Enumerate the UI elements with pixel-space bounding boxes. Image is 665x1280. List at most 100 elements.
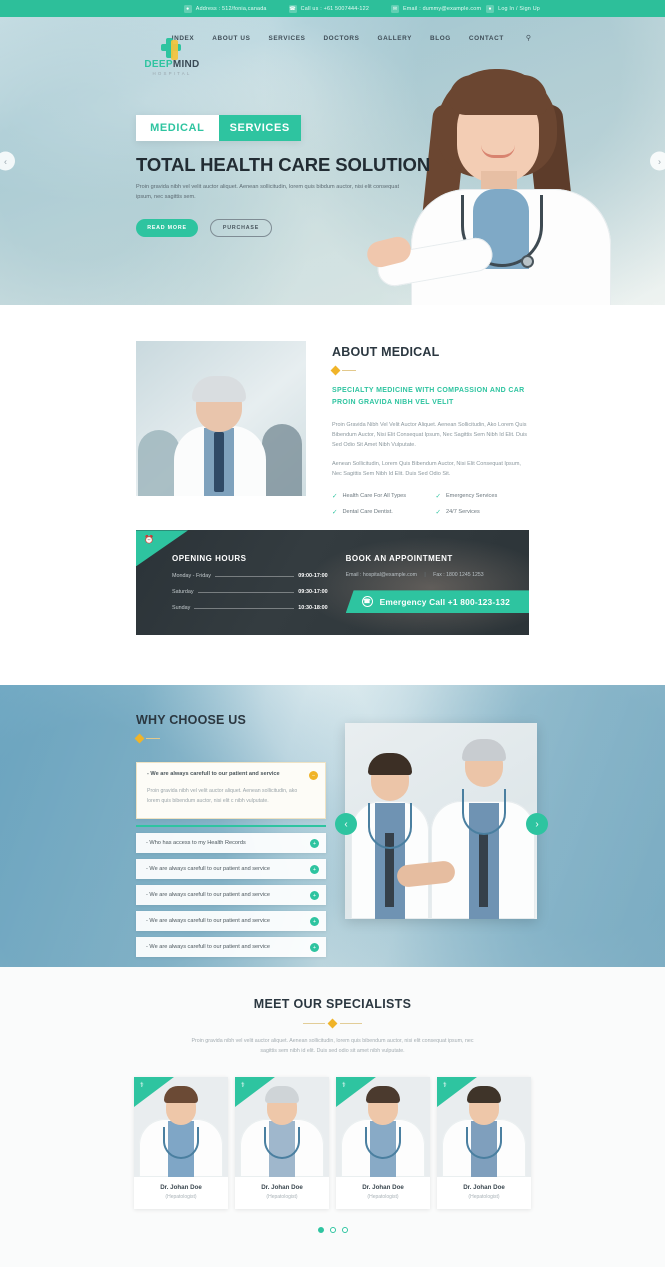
accordion-item[interactable]: - We are always carefull to our patient … [136,911,326,932]
nav-item-about-us[interactable]: ABOUT US [212,35,250,42]
stethoscope-icon: ⚕ [140,1081,144,1089]
check-label: 24/7 Services [445,509,480,516]
carousel-dot-2[interactable] [329,1226,336,1233]
expand-icon[interactable]: + [310,839,319,849]
hero-paragraph: Proin gravida nibh vel velit auctor aliq… [136,184,400,201]
logo-subtitle: HOSPITAL [152,71,192,76]
accordion-item-open[interactable]: - We are always carefull to our patient … [136,762,326,819]
doctor-card[interactable]: ⚕ Dr. Johan Doe (Hepatologist) [336,1076,430,1209]
doctor-photo: ⚕ [235,1076,329,1177]
nav-links: INDEX ABOUT US SERVICES DOCTORS GALLERY … [172,34,537,43]
appointment-column: BOOK AN APPOINTMENT Email : hospital@exa… [345,554,529,614]
stethoscope-icon: ⚕ [241,1081,245,1089]
topbar-email[interactable]: ✉ Email : dummy@example.com [391,4,481,13]
opening-hours-heading: OPENING HOURS [172,554,247,564]
accordion: - We are always carefull to our patient … [136,762,326,958]
topbar-phone[interactable]: ☎ Call us : +61 5007444-122 [288,4,369,13]
hero-tagline: MEDICAL SERVICES [136,115,301,141]
doctor-name: Dr. Johan Doe [261,1183,303,1191]
accordion-item[interactable]: - Who has access to my Health Records + [136,833,326,854]
about-paragraph-2: Aenean Sollicitudin, Lorem Quis Bibendum… [332,461,521,478]
carousel-dot-3[interactable] [341,1226,348,1233]
check-icon: ✓ [435,509,441,517]
hero-tag-medical: MEDICAL [136,115,219,141]
logo-name: DEEPMIND [136,60,208,70]
login-signup-link[interactable]: ● Log In / Sign Up [486,4,540,13]
accordion-question: - Who has access to my Health Records [146,840,246,847]
specialists-section: MEET OUR SPECIALISTS Proin gravida nibh … [0,967,665,1267]
why-next-arrow[interactable]: › [526,813,548,836]
appointment-email[interactable]: Email : hospital@example.com [346,572,417,578]
about-subheading: SPECIALTY MEDICINE WITH COMPASSION AND C… [332,387,525,407]
doctor-card[interactable]: ⚕ Dr. Johan Doe (Hepatologist) [134,1076,228,1209]
nav-item-blog[interactable]: BLOG [430,35,451,42]
specialists-heading: MEET OUR SPECIALISTS [253,997,412,1012]
why-choose-us-section: WHY CHOOSE US - We are always carefull t… [0,685,665,968]
site-logo[interactable]: DEEPMIND HOSPITAL [136,37,208,76]
check-icon: ✓ [332,509,338,517]
expand-icon[interactable]: + [310,865,319,875]
search-icon[interactable]: ⚲ [526,34,531,42]
hours-row: Monday - Friday 09:00-17:00 [172,573,328,579]
hero-content: MEDICAL SERVICES TOTAL HEALTH CARE SOLUT… [0,59,665,237]
doctor-photo: ⚕ [437,1076,531,1177]
doctor-photo: ⚕ [336,1076,430,1177]
topbar-address: ● Address : 512/fonia,canada [183,4,267,13]
about-image [136,341,306,496]
appointment-contact: Email : hospital@example.com | Fax : 180… [345,572,484,579]
accordion-item[interactable]: - We are always carefull to our patient … [136,859,326,880]
check-label: Emergency Services [445,493,498,500]
nav-item-gallery[interactable]: GALLERY [378,35,413,42]
accordion-answer: Proin gravida nibh vel velit auctor aliq… [147,788,298,804]
stethoscope-icon: ⚕ [342,1081,346,1089]
user-icon: ● [486,4,495,13]
doctor-card[interactable]: ⚕ Dr. Johan Doe (Hepatologist) [437,1076,531,1209]
opening-hours-panel: ⏰ OPENING HOURS Monday - Friday 09:00-17… [136,530,529,636]
expand-icon[interactable]: + [310,943,319,953]
expand-icon[interactable]: + [310,891,319,901]
section-divider [330,365,529,376]
hours-day: Monday - Friday [172,573,211,580]
doctor-role: (Hepatologist) [266,1193,298,1200]
hours-day: Sunday [172,605,191,612]
nav-item-doctors[interactable]: DOCTORS [323,35,359,42]
purchase-button[interactable]: PURCHASE [210,218,272,237]
doctor-role: (Hepatologist) [367,1193,399,1200]
stethoscope-icon: ⚕ [443,1081,447,1089]
login-signup-text: Log In / Sign Up [498,5,540,12]
phone-icon: ☎ [288,4,297,13]
doctor-card[interactable]: ⚕ Dr. Johan Doe (Hepatologist) [235,1076,329,1209]
accordion-item[interactable]: - We are always carefull to our patient … [136,885,326,906]
topbar-address-text: Address : 512/fonia,canada [195,5,267,12]
accordion-question: - We are always carefull to our patient … [146,866,270,873]
read-more-button[interactable]: READ MORE [136,218,198,237]
accordion-item[interactable]: - We are always carefull to our patient … [136,937,326,958]
nav-item-services[interactable]: SERVICES [268,35,305,42]
envelope-icon: ✉ [391,4,400,13]
check-item: ✓ Emergency Services [436,492,530,500]
hours-time: 09:30-17:00 [298,589,328,596]
collapse-icon[interactable]: − [309,771,318,781]
specialists-cards: ⚕ Dr. Johan Doe (Hepatologist) ⚕ Dr. Joh… [0,1076,665,1209]
expand-icon[interactable]: + [310,917,319,927]
page-root: ● Address : 512/fonia,canada ☎ Call us :… [0,0,665,1267]
hours-wrapper: ⏰ OPENING HOURS Monday - Friday 09:00-17… [0,516,665,636]
location-pin-icon: ● [183,4,192,13]
top-bar: ● Address : 512/fonia,canada ☎ Call us :… [0,0,665,17]
nav-item-contact[interactable]: CONTACT [469,35,504,42]
opening-hours-column: OPENING HOURS Monday - Friday 09:00-17:0… [172,554,328,613]
doctor-role: (Hepatologist) [165,1193,197,1200]
emergency-call-banner[interactable]: ☎ Emergency Call +1 800-123-132 [345,590,529,614]
check-icon: ✓ [435,493,441,501]
diamond-icon [134,733,145,744]
doctor-name: Dr. Johan Doe [463,1183,505,1191]
medical-cross-icon [161,37,183,60]
check-icon: ✓ [332,493,338,501]
main-navigation: DEEPMIND HOSPITAL INDEX ABOUT US SERVICE… [0,17,665,77]
hours-row: Saturday 09:30-17:00 [172,589,328,595]
carousel-dot-1[interactable] [317,1226,324,1233]
check-label: Dental Care Dentist. [342,509,393,516]
hero-next-arrow[interactable]: › [650,151,665,171]
section-divider [0,1018,665,1029]
accordion-active-bar [136,824,326,828]
